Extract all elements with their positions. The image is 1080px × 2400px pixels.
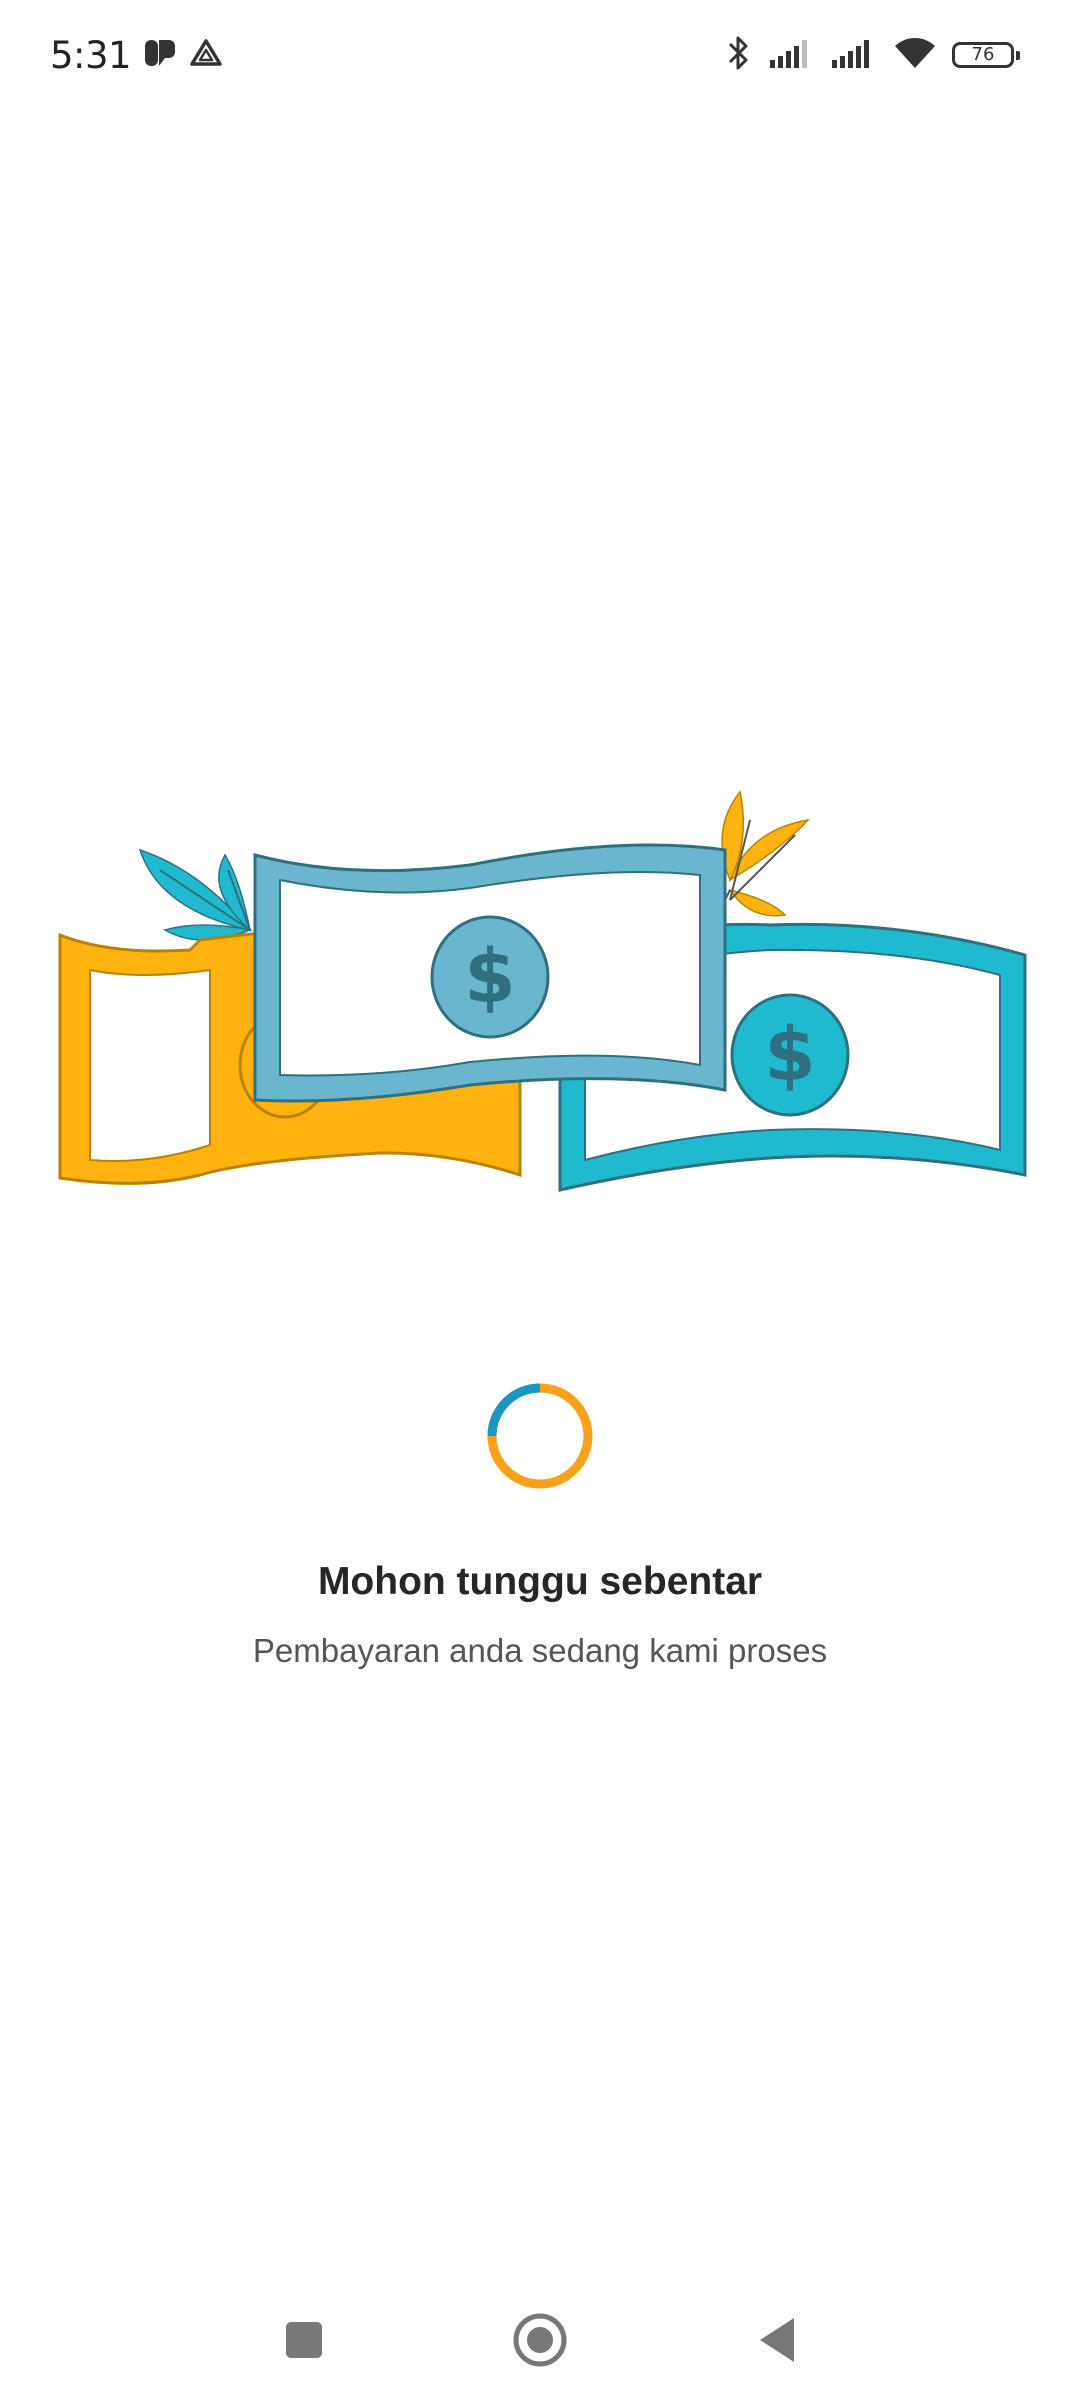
back-button[interactable]: [744, 2308, 808, 2372]
svg-text:$: $: [464, 934, 516, 1020]
svg-text:$: $: [764, 1012, 816, 1098]
back-icon: [760, 2318, 794, 2362]
clock: 5:31: [50, 33, 132, 77]
system-navigation-bar: [0, 2280, 1080, 2400]
battery-level: 76: [971, 44, 995, 65]
money-bills-illustration: $ $: [50, 780, 1030, 1210]
home-button[interactable]: [508, 2308, 572, 2372]
bluetooth-icon: [724, 33, 754, 77]
status-right: 76: [724, 28, 1022, 82]
drive-icon: [189, 36, 223, 74]
loading-subtitle: Pembayaran anda sedang kami proses: [252, 1632, 828, 1669]
blue-bill: $: [253, 843, 727, 1103]
signal-1-icon: [768, 36, 816, 74]
app-notification-icon: [143, 36, 177, 74]
payment-processing-screen: 5:31 76 $ $ Mohon tunggu sebentar Pembay…: [0, 0, 1080, 2400]
signal-2-icon: [830, 36, 878, 74]
status-left: 5:31: [50, 28, 223, 82]
loading-spinner: [484, 1380, 596, 1492]
wifi-icon: [892, 35, 938, 75]
status-bar: 5:31 76: [0, 0, 1080, 110]
battery-icon: 76: [952, 42, 1020, 68]
teal-leaves-icon: [138, 848, 253, 941]
home-icon: [513, 2313, 567, 2367]
recents-button[interactable]: [272, 2308, 336, 2372]
recents-icon: [286, 2322, 322, 2358]
loading-title: Mohon tunggu sebentar: [317, 1560, 763, 1603]
